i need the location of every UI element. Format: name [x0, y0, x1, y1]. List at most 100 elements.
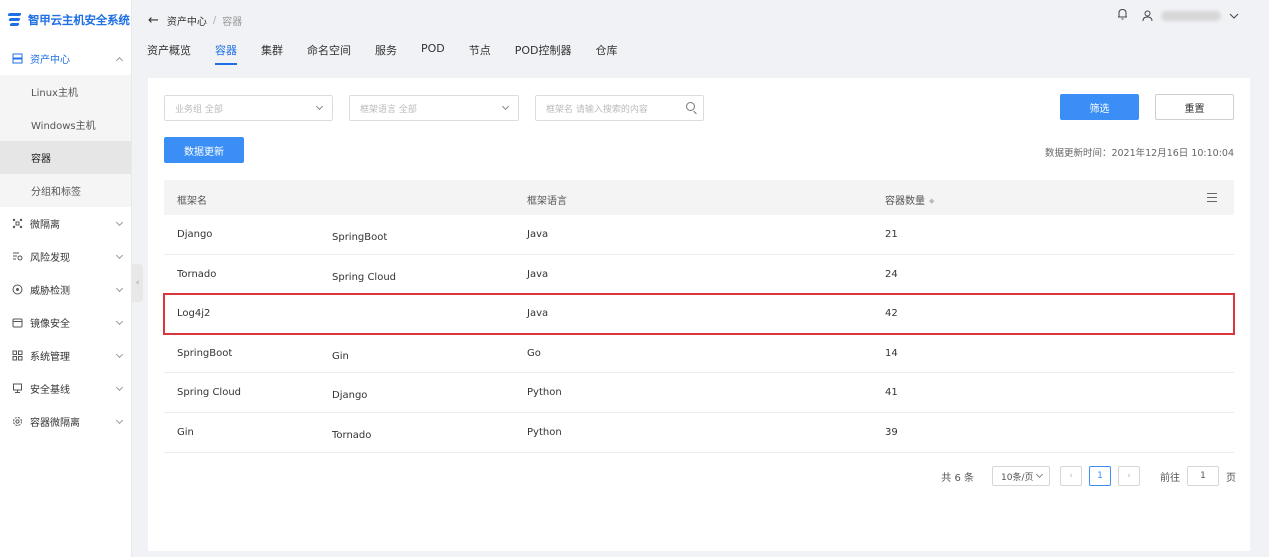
pagination-total: 共 6 条 — [941, 472, 974, 484]
framework-table: 框架名 框架语言 容器数量 ◆ Django SpringBoot Java 21… — [163, 180, 1235, 453]
cell-sub-framework: Django — [332, 390, 368, 402]
chevron-down-icon — [115, 350, 124, 359]
framework-search-input[interactable]: 框架名 请输入搜索的内容 — [535, 95, 704, 121]
sort-icon[interactable]: ◆ — [929, 197, 934, 205]
back-arrow-icon[interactable]: ← — [148, 13, 159, 28]
table-row[interactable]: Spring Cloud Django Python 41 — [164, 373, 1234, 413]
cell-container-count: 24 — [885, 268, 898, 280]
tab-pod[interactable]: POD — [421, 42, 445, 64]
cell-sub-framework: SpringBoot — [332, 232, 388, 243]
column-header-container-count[interactable]: 容器数量 ◆ — [885, 192, 934, 207]
sidebar-collapse-handle[interactable]: ‹ — [132, 264, 143, 302]
filter-button[interactable]: 筛选 — [1060, 94, 1139, 120]
cell-container-count: 39 — [885, 426, 898, 438]
sidebar-group-label: 镜像安全 — [30, 319, 70, 330]
tab-cluster[interactable]: 集群 — [261, 42, 283, 64]
breadcrumb: ← 资产中心 / 容器 — [148, 13, 242, 28]
box-icon — [12, 317, 23, 328]
goto-label: 前往 — [1160, 472, 1180, 484]
sidebar-group-system-management[interactable]: 系统管理 — [0, 339, 131, 372]
tab-namespace[interactable]: 命名空间 — [307, 42, 351, 64]
sidebar-item-windows[interactable]: Windows主机 — [0, 108, 131, 141]
sidebar-group-label: 安全基线 — [30, 385, 70, 396]
cell-sub-framework: Spring Cloud — [332, 271, 397, 283]
tab-node[interactable]: 节点 — [469, 42, 491, 64]
header: ← 资产中心 / 容器 资产概览 容器 集群 命名空间 服务 POD 节点 PO… — [133, 0, 1269, 70]
page-suffix: 页 — [1226, 472, 1236, 484]
table-row-highlighted[interactable]: Log4j2 Java 42 — [163, 293, 1235, 335]
sidebar-group-security-baseline[interactable]: 安全基线 — [0, 372, 131, 405]
chevron-down-icon — [115, 383, 124, 392]
chevron-down-icon — [115, 218, 124, 227]
sidebar-group-threat-detection[interactable]: 威胁检测 — [0, 273, 131, 306]
sidebar-group-image-security[interactable]: 镜像安全 — [0, 306, 131, 339]
page-1-button[interactable]: 1 — [1089, 466, 1111, 486]
sidebar-group-label: 系统管理 — [30, 352, 70, 363]
table-row[interactable]: SpringBoot Gin Go 14 — [164, 334, 1234, 374]
cell-framework-name: Tornado — [177, 268, 217, 280]
chevron-down-icon — [1229, 13, 1239, 19]
table-row[interactable]: Tornado Spring Cloud Java 24 — [164, 255, 1234, 295]
tab-service[interactable]: 服务 — [375, 42, 397, 64]
chevron-left-icon: ‹ — [135, 278, 140, 288]
prev-page-button[interactable]: ‹ — [1060, 466, 1082, 486]
breadcrumb-current: 容器 — [222, 17, 243, 28]
cell-framework-name: Gin — [177, 426, 194, 438]
user-icon — [1142, 10, 1153, 21]
chevron-down-icon — [115, 317, 124, 326]
sidebar-group-label: 微隔离 — [30, 220, 60, 231]
framework-language-select[interactable]: 框架语言 全部 — [349, 95, 519, 121]
sidebar-group-asset-center[interactable]: 资产中心 — [0, 42, 131, 75]
cell-language: Java — [527, 229, 549, 240]
reset-button[interactable]: 重置 — [1155, 94, 1234, 120]
cell-language: Python — [527, 426, 562, 438]
page-size-select[interactable]: 10条/页 — [992, 466, 1050, 486]
bell-icon[interactable] — [1117, 8, 1128, 23]
chevron-down-icon — [501, 102, 510, 111]
sidebar-item-linux[interactable]: Linux主机 — [0, 75, 131, 108]
business-group-select-value: 业务组 全部 — [175, 104, 223, 115]
tab-asset-overview[interactable]: 资产概览 — [147, 42, 191, 64]
column-settings-icon[interactable] — [1207, 193, 1217, 205]
search-icon[interactable] — [686, 102, 695, 111]
cell-framework-name: Log4j2 — [177, 308, 211, 320]
app-logo[interactable]: 智甲云主机安全系统 — [0, 0, 131, 40]
data-update-button[interactable]: 数据更新 — [164, 137, 244, 163]
cell-container-count: 41 — [885, 387, 898, 399]
sidebar-group-micro-isolation[interactable]: 微隔离 — [0, 207, 131, 240]
sidebar-group-label: 容器微隔离 — [30, 418, 80, 429]
app-title: 智甲云主机安全系统 — [28, 13, 130, 27]
column-header-framework-name: 框架名 — [177, 196, 207, 207]
cell-language: Java — [527, 268, 549, 280]
breadcrumb-separator: / — [212, 15, 217, 26]
cell-framework-name: Django — [177, 229, 213, 240]
sidebar-item-container[interactable]: 容器 — [0, 141, 131, 174]
sidebar-group-container-isolation[interactable]: 容器微隔离 — [0, 405, 131, 438]
tab-container[interactable]: 容器 — [215, 42, 237, 65]
content-card: 业务组 全部 框架语言 全部 框架名 请输入搜索的内容 筛选 重置 数据更新 数… — [148, 78, 1250, 551]
sidebar-item-groups-tags[interactable]: 分组和标签 — [0, 174, 131, 207]
monitor-icon — [12, 383, 23, 394]
list-search-icon — [12, 251, 23, 262]
table-row[interactable]: Gin Tornado Python 39 — [164, 413, 1234, 453]
column-header-label: 容器数量 — [885, 196, 925, 207]
cell-container-count: 42 — [885, 308, 898, 320]
breadcrumb-parent[interactable]: 资产中心 — [167, 13, 207, 28]
chevron-down-icon — [115, 284, 124, 293]
sidebar-group-risk-discovery[interactable]: 风险发现 — [0, 240, 131, 273]
cell-sub-framework: Tornado — [332, 429, 372, 441]
sidebar-group-label: 威胁检测 — [30, 286, 70, 297]
search-placeholder: 框架名 请输入搜索的内容 — [546, 104, 648, 115]
goto-page-input[interactable]: 1 — [1187, 466, 1219, 486]
next-page-button[interactable]: › — [1118, 466, 1140, 486]
cell-framework-name: Spring Cloud — [177, 387, 242, 399]
business-group-select[interactable]: 业务组 全部 — [164, 95, 333, 121]
user-menu[interactable] — [1142, 10, 1239, 22]
tab-repository[interactable]: 仓库 — [596, 42, 618, 64]
chevron-down-icon — [115, 416, 124, 425]
pagination: 共 6 条 10条/页 ‹ 1 › 前往 1 页 — [941, 466, 1236, 486]
tab-pod-controller[interactable]: POD控制器 — [515, 42, 572, 64]
framework-language-select-value: 框架语言 全部 — [360, 104, 417, 115]
cell-language: Java — [527, 308, 549, 320]
table-row[interactable]: Django SpringBoot Java 21 — [164, 215, 1234, 255]
